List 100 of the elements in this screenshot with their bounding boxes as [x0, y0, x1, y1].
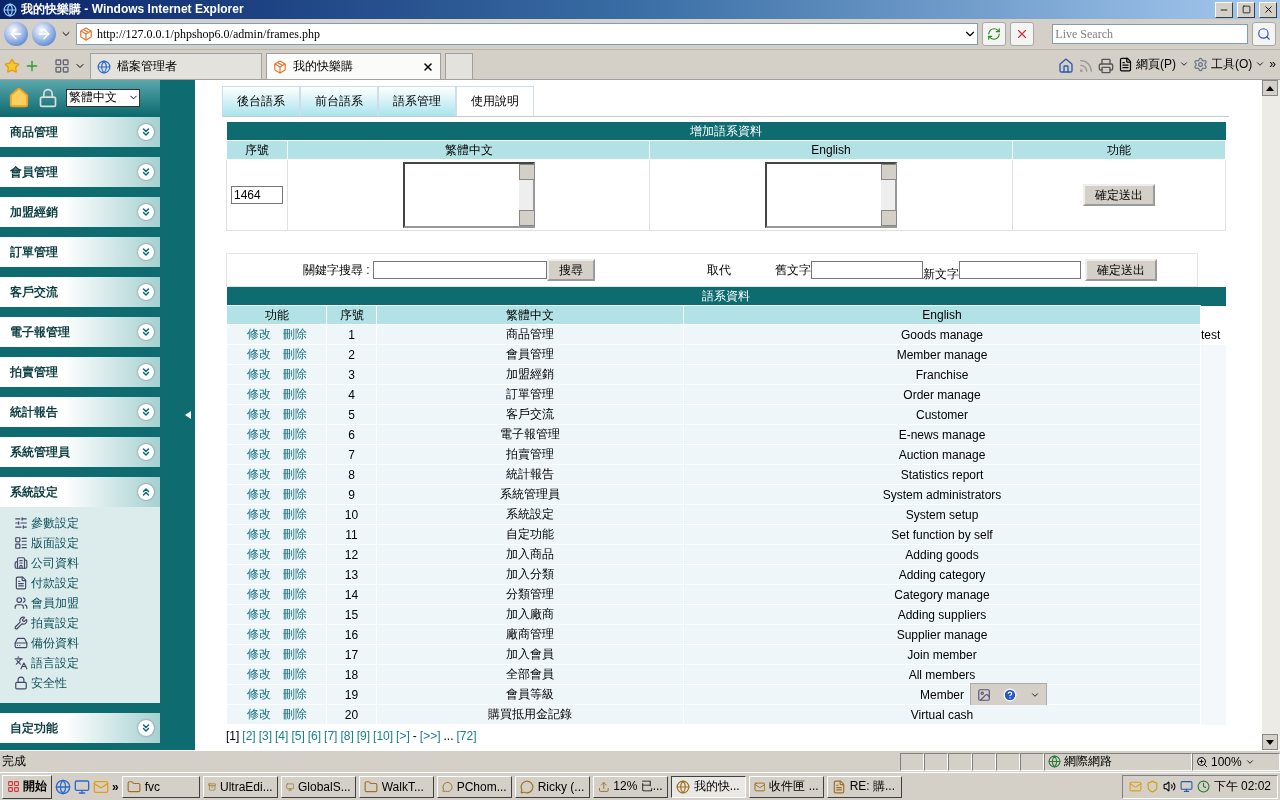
more-commands-button[interactable]: »: [1269, 52, 1276, 76]
stop-button[interactable]: [1010, 22, 1035, 46]
back-button[interactable]: [4, 22, 28, 46]
edit-link[interactable]: 修改: [246, 327, 271, 341]
delete-link[interactable]: 刪除: [282, 487, 307, 501]
menu-group-header[interactable]: 商品管理: [0, 117, 160, 147]
page-link[interactable]: [7]: [324, 729, 338, 743]
keyword-field[interactable]: [372, 261, 547, 279]
quick-launch-more[interactable]: »: [112, 779, 119, 794]
start-button[interactable]: 開始: [2, 774, 52, 799]
menu-item[interactable]: 公司資料: [14, 553, 160, 573]
desktop-icon[interactable]: [74, 778, 90, 795]
taskbar-button[interactable]: 12% 已...: [592, 775, 668, 798]
delete-link[interactable]: 刪除: [282, 427, 307, 441]
browser-icon[interactable]: [55, 778, 71, 795]
taskbar-button[interactable]: UltraEdi...: [202, 775, 278, 798]
menu-group-header[interactable]: 統計報告: [0, 397, 160, 427]
edit-link[interactable]: 修改: [246, 667, 271, 681]
delete-link[interactable]: 刪除: [282, 507, 307, 521]
page-link[interactable]: [5]: [291, 729, 305, 743]
english-text-area[interactable]: [765, 162, 897, 228]
delete-link[interactable]: 刪除: [282, 647, 307, 661]
edit-link[interactable]: 修改: [246, 507, 271, 521]
forward-button[interactable]: [31, 22, 56, 46]
monitor-icon[interactable]: [1179, 780, 1193, 793]
id-field[interactable]: 1464: [231, 186, 283, 204]
search-field[interactable]: Live Search: [1052, 24, 1249, 44]
menu-item[interactable]: 參數設定: [14, 513, 160, 533]
delete-link[interactable]: 刪除: [282, 447, 307, 461]
menu-group-header[interactable]: 訂單管理: [0, 237, 160, 267]
scrollbar[interactable]: [1262, 80, 1280, 750]
browser-tab[interactable]: 檔案管理者: [90, 53, 262, 79]
taskbar-button[interactable]: 我的快...: [670, 775, 746, 798]
menu-group-header[interactable]: 客戶交流: [0, 277, 160, 307]
speaker-icon[interactable]: [1162, 780, 1176, 793]
zoom-control[interactable]: 100%: [1192, 752, 1280, 771]
quick-tabs-icon[interactable]: [54, 58, 70, 74]
edit-link[interactable]: 修改: [246, 687, 271, 701]
page-link[interactable]: [>]: [396, 729, 410, 743]
page-link[interactable]: [>>]: [419, 729, 441, 743]
menu-item[interactable]: 備份資料: [14, 633, 160, 653]
submit-button[interactable]: 確定送出: [1084, 259, 1157, 281]
menu-group-header[interactable]: 會員管理: [0, 157, 160, 187]
edit-link[interactable]: 修改: [246, 427, 271, 441]
page-link[interactable]: [1]: [226, 729, 240, 743]
delete-link[interactable]: 刪除: [282, 627, 307, 641]
page-link[interactable]: [3]: [258, 729, 273, 743]
menu-group-header[interactable]: 電子報管理: [0, 317, 160, 347]
edit-link[interactable]: 修改: [246, 607, 271, 621]
delete-link[interactable]: 刪除: [282, 707, 307, 721]
page-link[interactable]: [10]: [373, 729, 394, 743]
edit-link[interactable]: 修改: [246, 367, 271, 381]
favorites-star-icon[interactable]: [4, 58, 20, 74]
home-icon[interactable]: [1058, 58, 1074, 74]
edit-link[interactable]: 修改: [246, 487, 271, 501]
chinese-text-area[interactable]: [402, 162, 535, 228]
address-field[interactable]: http://127.0.0.1/phpshop6.0/admin/frames.php: [75, 23, 979, 45]
edit-link[interactable]: 修改: [246, 547, 271, 561]
minimize-button[interactable]: [1215, 1, 1233, 18]
menu-group-header[interactable]: 系統設定: [0, 477, 160, 507]
scroll-down-icon[interactable]: [1266, 739, 1274, 745]
edit-link[interactable]: 修改: [246, 447, 271, 461]
command-menu[interactable]: 工具(O): [1193, 52, 1266, 76]
page-link[interactable]: [2]: [242, 729, 256, 743]
search-button[interactable]: [1252, 22, 1276, 46]
edit-link[interactable]: 修改: [246, 527, 271, 541]
help-icon[interactable]: [1003, 688, 1018, 702]
delete-link[interactable]: 刪除: [282, 587, 307, 601]
collapse-arrow-icon[interactable]: [185, 411, 191, 419]
page-link[interactable]: [9]: [356, 729, 371, 743]
delete-link[interactable]: 刪除: [282, 467, 307, 481]
edit-link[interactable]: 修改: [246, 587, 271, 601]
close-button[interactable]: [1259, 1, 1277, 18]
menu-item[interactable]: 會員加盟: [14, 593, 160, 613]
browser-tab[interactable]: 我的快樂購: [266, 53, 441, 79]
taskbar-button[interactable]: WalkT...: [358, 775, 434, 798]
edit-link[interactable]: 修改: [246, 627, 271, 641]
new-text-field[interactable]: [958, 261, 1081, 279]
menu-item[interactable]: 付款設定: [14, 573, 160, 593]
search-button[interactable]: 搜尋: [546, 259, 595, 281]
language-select[interactable]: 繁體中文: [66, 88, 140, 107]
page-tab[interactable]: 後台語系: [222, 86, 300, 116]
print-icon[interactable]: [1098, 58, 1114, 74]
delete-link[interactable]: 刪除: [282, 327, 307, 341]
edit-link[interactable]: 修改: [246, 707, 271, 721]
page-tab[interactable]: 使用說明: [456, 86, 534, 116]
taskbar-button[interactable]: Ricky (...: [514, 775, 590, 798]
taskbar-button[interactable]: PChom...: [436, 775, 512, 798]
menu-item[interactable]: 拍賣設定: [14, 613, 160, 633]
page-link[interactable]: [72]: [456, 729, 477, 743]
page-link[interactable]: [4]: [275, 729, 289, 743]
delete-link[interactable]: 刪除: [282, 347, 307, 361]
delete-link[interactable]: 刪除: [282, 667, 307, 681]
close-icon[interactable]: [422, 60, 434, 73]
delete-link[interactable]: 刪除: [282, 567, 307, 581]
command-menu[interactable]: 網頁(P): [1118, 52, 1189, 76]
restore-button[interactable]: [1237, 1, 1255, 18]
menu-group-header[interactable]: 拍賣管理: [0, 357, 160, 387]
edit-link[interactable]: 修改: [246, 647, 271, 661]
taskbar-button[interactable]: GlobalS...: [280, 775, 356, 798]
